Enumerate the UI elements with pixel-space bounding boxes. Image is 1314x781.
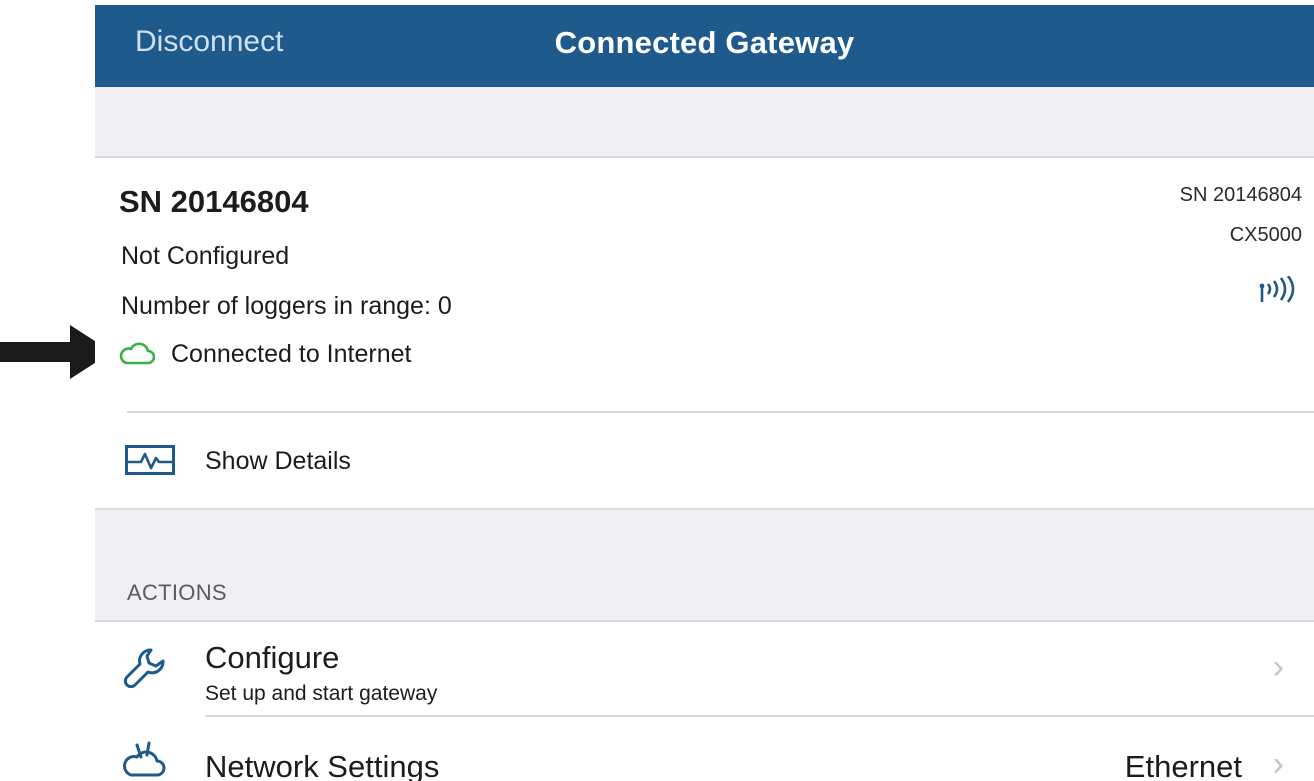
configure-subtitle: Set up and start gateway xyxy=(205,682,438,705)
divider xyxy=(95,508,1314,510)
internet-status: Connected to Internet xyxy=(171,340,412,368)
network-settings-title: Network Settings xyxy=(205,749,440,781)
app-screen: Disconnect Connected Gateway SN 20146804… xyxy=(95,5,1314,781)
chevron-right-icon: › xyxy=(1272,648,1284,686)
model-label: CX5000 xyxy=(1229,224,1302,246)
network-settings-row[interactable]: Network Settings Ethernet › xyxy=(95,717,1314,781)
top-spacer xyxy=(95,87,1314,157)
page-title: Connected Gateway xyxy=(554,25,855,60)
show-details-label: Show Details xyxy=(205,447,351,475)
gateway-serial-title: SN 20146804 xyxy=(119,184,309,219)
gateway-card: SN 20146804 Not Configured Number of log… xyxy=(95,158,1314,508)
show-details-row[interactable]: Show Details xyxy=(95,413,1314,508)
cloud-network-icon xyxy=(123,741,166,777)
actions-section-header: ACTIONS xyxy=(127,580,227,605)
wrench-icon xyxy=(123,648,165,689)
loggers-in-range: Number of loggers in range: 0 xyxy=(121,292,452,320)
cloud-icon xyxy=(119,342,155,365)
pulse-monitor-icon xyxy=(125,445,175,475)
configuration-status: Not Configured xyxy=(121,242,290,270)
serial-number-label: SN 20146804 xyxy=(1179,184,1302,206)
network-settings-value: Ethernet xyxy=(1124,749,1242,781)
signal-icon xyxy=(1259,276,1295,303)
chevron-right-icon: › xyxy=(1272,745,1284,781)
configure-row[interactable]: Configure Set up and start gateway › xyxy=(95,622,1314,717)
configure-title: Configure xyxy=(205,640,340,675)
navigation-bar: Disconnect Connected Gateway xyxy=(95,5,1314,87)
